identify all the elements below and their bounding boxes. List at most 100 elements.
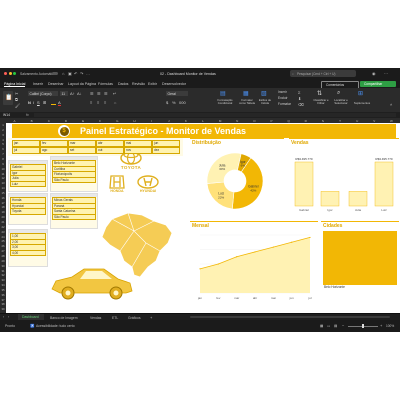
insert-cells-button[interactable]: Inserir — [278, 90, 287, 94]
thousands-icon[interactable]: 000 — [179, 100, 186, 105]
column-header-a[interactable]: A — [6, 119, 23, 123]
maximize-window-button[interactable] — [13, 72, 16, 75]
month-button-mar[interactable]: mar — [68, 140, 96, 147]
italic-button[interactable]: I — [33, 100, 34, 105]
column-header-m[interactable]: M — [212, 119, 229, 123]
wrap-text-icon[interactable]: ↵ — [113, 91, 116, 96]
column-header-h[interactable]: H — [126, 119, 143, 123]
state-slicer-item[interactable]: São Paulo — [52, 213, 96, 221]
collapse-ribbon-icon[interactable]: ˄ — [390, 102, 392, 107]
close-window-button[interactable] — [4, 72, 7, 75]
month-button-jun[interactable]: jun — [152, 140, 180, 147]
column-header-j[interactable]: J — [160, 119, 177, 123]
normal-view-icon[interactable]: ▦ — [320, 324, 323, 328]
underline-button[interactable]: S — [37, 100, 40, 105]
month-button-nov[interactable]: nov — [124, 147, 152, 154]
column-header-l[interactable]: L — [194, 119, 211, 123]
next-sheet-icon[interactable]: › — [8, 315, 9, 319]
save-icon[interactable]: ▣ — [68, 71, 72, 76]
tab-banco-de-imagem[interactable]: Banco de Imagem — [50, 316, 78, 320]
column-header-t[interactable]: T — [331, 119, 348, 123]
tab-revisao[interactable]: Revisão — [132, 82, 145, 86]
tab-desenhar[interactable]: Desenhar — [48, 82, 64, 86]
column-header-p[interactable]: P — [263, 119, 280, 123]
sort-filter-button[interactable]: ⇅ Classificar e Filtrar — [312, 90, 330, 110]
column-header-s[interactable]: S — [314, 119, 331, 123]
addins-button[interactable]: ⊞ Suplementos — [352, 90, 372, 110]
format-cells-button[interactable]: Formatar — [278, 102, 291, 106]
home-icon[interactable]: ⌂ — [62, 71, 64, 76]
align-center-icon[interactable]: ≡ — [97, 100, 99, 105]
tab-etl[interactable]: ETL — [112, 316, 118, 320]
autosum-icon[interactable]: Σ — [298, 90, 300, 95]
font-color-icon[interactable]: A — [58, 100, 61, 106]
quantity-slicer-item[interactable]: 4,00 — [10, 249, 46, 257]
grow-font-icon[interactable]: A↑ — [70, 91, 75, 96]
prev-sheet-icon[interactable]: ‹ — [3, 315, 4, 319]
find-select-button[interactable]: ⌕ Localizar e Selecionar — [331, 90, 351, 110]
align-bottom-icon[interactable]: ☰ — [104, 91, 108, 96]
align-top-icon[interactable]: ☰ — [90, 91, 94, 96]
column-header-k[interactable]: K — [177, 119, 194, 123]
fx-icon[interactable]: fx — [26, 113, 29, 117]
month-button-mai[interactable]: mai — [124, 140, 152, 147]
column-header-b[interactable]: B — [23, 119, 40, 123]
shrink-font-icon[interactable]: A↓ — [77, 91, 82, 96]
zoom-out-icon[interactable]: − — [342, 323, 344, 328]
redo-icon[interactable]: ↷ — [80, 71, 83, 76]
column-header-o[interactable]: O — [246, 119, 263, 123]
tab-graficos[interactable]: Gráficos — [128, 316, 141, 320]
month-button-set[interactable]: set — [68, 147, 96, 154]
more-icon[interactable]: … — [86, 71, 90, 76]
column-header-i[interactable]: I — [143, 119, 160, 123]
column-header-r[interactable]: R — [297, 119, 314, 123]
number-format-select[interactable]: Geral — [166, 91, 188, 96]
merge-icon[interactable]: ⇔ — [113, 100, 117, 105]
options-icon[interactable]: ⋯ — [384, 71, 388, 76]
align-right-icon[interactable]: ≡ — [104, 100, 106, 105]
user-icon[interactable]: ◉ — [372, 71, 376, 76]
paste-button[interactable]: 📋 — [3, 91, 13, 105]
copy-icon[interactable]: ⧉ — [15, 97, 18, 102]
month-button-jul[interactable]: jul — [12, 147, 40, 154]
zoom-level[interactable]: 100% — [386, 324, 394, 328]
month-button-dez[interactable]: dez — [152, 147, 180, 154]
search-box[interactable]: ⌕ Pesquisar (Cmd + Ctrl + U) — [290, 70, 356, 77]
cell-styles-button[interactable]: ▧ Estilos de Célula — [256, 90, 274, 110]
bold-button[interactable]: N — [28, 100, 31, 105]
undo-icon[interactable]: ↶ — [74, 71, 77, 76]
autosave-toggle[interactable] — [52, 72, 58, 75]
fill-icon[interactable]: ⬇ — [298, 96, 301, 101]
minimize-window-button[interactable] — [8, 72, 12, 75]
zoom-slider-thumb[interactable] — [362, 324, 364, 328]
tab-layout[interactable]: Layout da Página — [68, 82, 96, 86]
column-header-e[interactable]: E — [75, 119, 92, 123]
column-header-v[interactable]: V — [366, 119, 383, 123]
horizontal-scrollbar[interactable] — [190, 316, 390, 318]
month-button-jan[interactable]: jan — [12, 140, 40, 147]
column-header-g[interactable]: G — [109, 119, 126, 123]
month-button-fev[interactable]: fev — [40, 140, 68, 147]
column-header-w[interactable]: W — [383, 119, 400, 123]
cut-icon[interactable]: ✂ — [15, 91, 18, 96]
font-size-select[interactable]: 11 — [60, 91, 68, 96]
column-header-q[interactable]: Q — [280, 119, 297, 123]
tab-pagina-inicial[interactable]: Página Inicial — [4, 82, 26, 87]
tab-dados[interactable]: Dados — [118, 82, 128, 86]
name-box[interactable]: W14 — [3, 113, 10, 117]
zoom-slider[interactable] — [348, 324, 378, 328]
tab-exibir[interactable]: Exibir — [148, 82, 157, 86]
brand-slicer-item[interactable]: Toyota — [10, 208, 46, 215]
tab-vendas[interactable]: Vendas — [90, 316, 101, 320]
currency-icon[interactable]: $ — [166, 100, 168, 105]
borders-icon[interactable]: ⊞ — [43, 100, 46, 105]
zoom-in-icon[interactable]: + — [380, 323, 382, 328]
column-header-u[interactable]: U — [349, 119, 366, 123]
align-left-icon[interactable]: ≡ — [90, 100, 92, 105]
city-slicer-item[interactable]: São Paulo — [52, 176, 96, 184]
worksheet-dashboard[interactable]: $ Painel Estratégico - Monitor de Vendas — [6, 123, 400, 313]
seller-slicer-item[interactable]: Luiz — [10, 180, 46, 188]
formula-input[interactable] — [34, 112, 396, 117]
column-header-n[interactable]: N — [229, 119, 246, 123]
column-header-d[interactable]: D — [57, 119, 74, 123]
